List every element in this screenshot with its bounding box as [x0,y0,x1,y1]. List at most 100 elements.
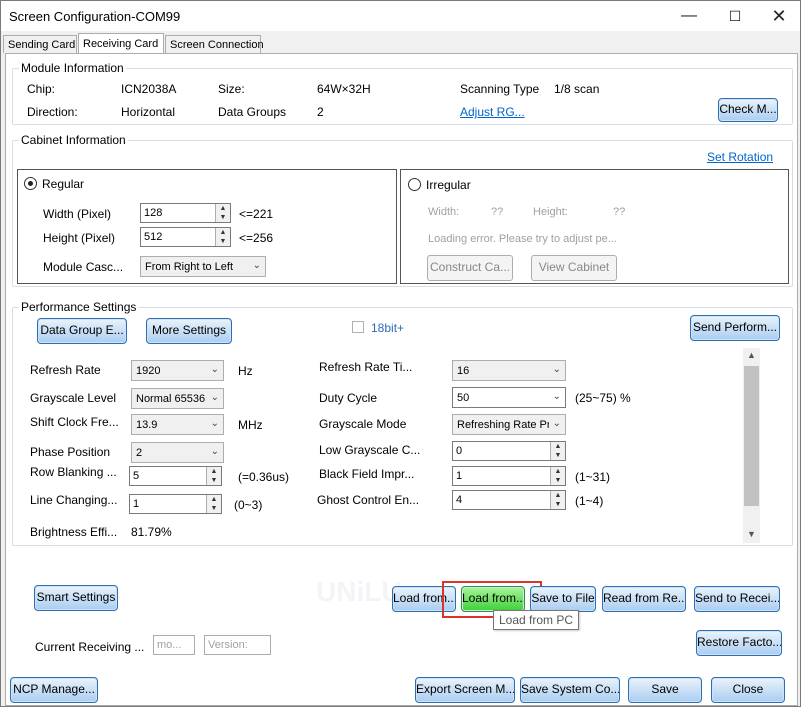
tab-screen-connection[interactable]: Screen Connection [165,35,264,53]
data-groups-value: 2 [317,105,324,119]
irregular-height-value: ?? [613,206,626,218]
construct-cabinet-button[interactable]: Construct Ca... [427,255,513,281]
brightness-efficiency-value: 81.79% [131,525,172,539]
refresh-rate-unit: Hz [238,364,253,378]
performance-scrollbar[interactable]: ▲ ▼ [743,348,760,543]
chevron-down-icon: ⌄ [252,260,261,271]
phase-position-label: Phase Position [30,445,111,459]
screen-configuration-window: Screen Configuration-COM99 — ☐ ✕ Sending… [0,0,801,707]
scroll-down-icon[interactable]: ▼ [747,529,756,539]
maximize-icon[interactable]: ☐ [712,1,758,31]
width-pixel-input[interactable]: 128 ▲ ▼ [140,203,231,223]
line-changing-input[interactable]: 1 ▲ ▼ [129,494,222,514]
current-receiving-field[interactable]: mo... [153,635,195,655]
spin-arrows-icon[interactable]: ▲ ▼ [215,204,230,222]
set-rotation-link[interactable]: Set Rotation [707,150,773,164]
receiving-card-panel: Module Information Chip: ICN2038A Size: … [5,53,798,706]
save-button[interactable]: Save [628,677,702,703]
grayscale-level-value: Normal 65536 [136,393,206,405]
irregular-cabinet-box: Irregular Width: ?? Height: ?? Loading e… [400,169,789,284]
size-label: Size: [218,82,245,96]
ncp-manage-button[interactable]: NCP Manage... [10,677,98,703]
refresh-rate-times-value: 16 [457,365,470,377]
read-from-receiving-button[interactable]: Read from Re... [602,586,686,612]
scroll-up-icon[interactable]: ▲ [747,350,756,360]
smart-settings-button[interactable]: Smart Settings [34,585,118,611]
chevron-down-icon: ⌄ [552,391,561,402]
18bit-label: 18bit+ [371,321,405,335]
chevron-down-icon: ⌄ [210,364,219,375]
save-to-file-button[interactable]: Save to File [530,586,596,612]
send-to-receiving-button[interactable]: Send to Recei... [694,586,780,612]
cabinet-information-title: Cabinet Information [19,133,128,147]
chip-label: Chip: [27,82,56,96]
minimize-icon[interactable]: — [666,1,712,31]
width-pixel-label: Width (Pixel) [43,207,112,221]
refresh-rate-value: 1920 [136,365,161,377]
height-pixel-value: 512 [144,231,163,243]
black-field-input[interactable]: 1 ▲ ▼ [452,466,566,486]
module-cascade-value: From Right to Left [145,261,234,273]
scanning-type-label: Scanning Type [460,82,540,96]
black-field-value: 1 [456,470,463,482]
spin-arrows-icon[interactable]: ▲ ▼ [215,228,230,246]
row-blanking-value: 5 [133,470,140,482]
view-cabinet-button[interactable]: View Cabinet [531,255,617,281]
spin-arrows-icon[interactable]: ▲ ▼ [550,491,565,509]
close-icon[interactable]: ✕ [756,1,801,31]
spin-arrows-icon[interactable]: ▲ ▼ [206,467,221,485]
spin-arrows-icon[interactable]: ▲ ▼ [550,442,565,460]
shift-clock-value: 13.9 [136,419,158,431]
refresh-rate-times-label: Refresh Rate Ti... [319,360,413,374]
data-group-button[interactable]: Data Group E... [37,318,127,344]
current-receiving-label: Current Receiving ... [35,640,145,654]
phase-position-select[interactable]: 2 ⌄ [131,442,224,463]
refresh-rate-label: Refresh Rate [30,363,101,377]
save-system-config-button[interactable]: Save System Co... [520,677,620,703]
ghost-control-note: (1~4) [575,494,604,508]
duty-cycle-select[interactable]: 50 ⌄ [452,387,566,408]
height-pixel-label: Height (Pixel) [43,231,116,245]
brightness-efficiency-label: Brightness Effi... [30,525,118,539]
more-settings-button[interactable]: More Settings [146,318,232,344]
close-button[interactable]: Close [711,677,785,703]
row-blanking-input[interactable]: 5 ▲ ▼ [129,466,222,486]
regular-radio[interactable] [24,177,37,190]
irregular-radio[interactable] [408,178,421,191]
send-performance-button[interactable]: Send Perform... [690,315,780,341]
check-module-button[interactable]: Check M... [718,98,778,122]
duty-cycle-note: (25~75) % [575,391,631,405]
low-grayscale-value: 0 [456,445,463,457]
refresh-rate-select[interactable]: 1920 ⌄ [131,360,224,381]
refresh-rate-times-select[interactable]: 16 ⌄ [452,360,566,381]
restore-factory-button[interactable]: Restore Facto... [696,630,782,656]
scrollbar-thumb[interactable] [744,366,759,506]
size-value: 64W×32H [317,82,371,96]
direction-value: Horizontal [121,105,176,119]
line-changing-value: 1 [133,498,140,510]
shift-clock-select[interactable]: 13.9 ⌄ [131,414,224,435]
spin-arrows-icon[interactable]: ▲ ▼ [206,495,221,513]
export-screen-button[interactable]: Export Screen M... [415,677,515,703]
version-field[interactable]: Version: [204,635,271,655]
height-pixel-input[interactable]: 512 ▲ ▼ [140,227,231,247]
ghost-control-label: Ghost Control En... [317,493,420,507]
tab-receiving-card[interactable]: Receiving Card [78,33,164,54]
width-pixel-value: 128 [144,207,163,219]
data-groups-label: Data Groups [218,105,287,119]
adjust-rg-link[interactable]: Adjust RG... [460,105,525,119]
low-grayscale-input[interactable]: 0 ▲ ▼ [452,441,566,461]
chevron-down-icon: ⌄ [552,418,561,429]
spin-arrows-icon[interactable]: ▲ ▼ [550,467,565,485]
grayscale-level-select[interactable]: Normal 65536 ⌄ [131,388,224,409]
ghost-control-value: 4 [456,494,463,506]
18bit-checkbox[interactable] [352,321,364,333]
chip-value: ICN2038A [121,82,177,96]
ghost-control-input[interactable]: 4 ▲ ▼ [452,490,566,510]
grayscale-mode-select[interactable]: Refreshing Rate Pri ⌄ [452,414,566,435]
width-limit: <=221 [239,207,274,221]
module-cascade-select[interactable]: From Right to Left ⌄ [140,256,266,277]
low-grayscale-label: Low Grayscale C... [319,443,421,457]
tab-sending-card[interactable]: Sending Card [3,35,77,53]
irregular-width-value: ?? [491,206,504,218]
